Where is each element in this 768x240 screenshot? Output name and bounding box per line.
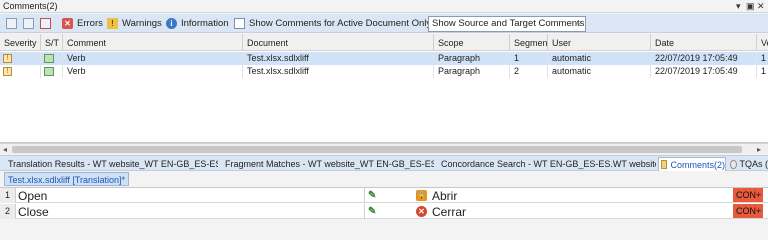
lock-icon: 🔒 <box>416 190 427 201</box>
information-label: Information <box>181 18 229 29</box>
panel-float-icon[interactable]: ▣ <box>746 1 755 11</box>
panel-close-icon[interactable]: ✕ <box>757 1 765 11</box>
column-severity[interactable]: Severity <box>0 34 41 51</box>
column-divider <box>364 188 365 203</box>
warning-icon: ! <box>107 18 118 29</box>
tab-label: Comments(2) <box>670 159 725 170</box>
cell-date: 22/07/2019 17:05:49 <box>651 65 757 78</box>
comments-toolbar: ✕ Errors ! Warnings i Information Show C… <box>0 14 768 33</box>
status-badge: CON+ <box>733 204 763 218</box>
tqa-icon <box>730 159 737 169</box>
edit-comment-icon[interactable] <box>6 18 17 29</box>
delete-comment-icon[interactable] <box>23 18 34 29</box>
tab-concordance-search[interactable]: Concordance Search - WT EN-GB_ES-ES.WT w… <box>436 157 656 171</box>
errors-filter-button[interactable]: ✕ Errors <box>62 16 103 31</box>
grid-header: Severity S/T Comment Document Scope Segm… <box>0 34 768 51</box>
document-tab[interactable]: Test.xlsx.sdlxliff [Translation]* <box>4 172 130 186</box>
cell-segment: 1 <box>510 52 548 65</box>
source-target-icon <box>44 54 54 63</box>
tab-label: Concordance Search - WT EN-GB_ES-ES.WT w… <box>441 159 656 169</box>
source-target-icon <box>44 67 54 76</box>
tab-fragment-matches[interactable]: Fragment Matches - WT website_WT EN-GB_E… <box>220 157 434 171</box>
scroll-right-icon[interactable]: ▸ <box>757 145 761 154</box>
errors-label: Errors <box>77 18 103 29</box>
information-filter-button[interactable]: i Information <box>166 16 229 31</box>
column-segment[interactable]: Segmen <box>510 34 548 51</box>
column-st[interactable]: S/T <box>41 34 63 51</box>
warning-icon: ! <box>3 54 12 63</box>
comments-grid: Severity S/T Comment Document Scope Segm… <box>0 34 768 143</box>
cell-version: 1 <box>761 53 767 63</box>
cell-segment: 2 <box>510 65 548 78</box>
source-text: Open <box>18 189 48 203</box>
active-document-label: Show Comments for Active Document Only <box>249 18 432 29</box>
delete-all-comments-icon[interactable] <box>40 18 51 29</box>
active-document-toggle[interactable]: Show Comments for Active Document Only <box>234 16 431 31</box>
tab-label: Fragment Matches - WT website_WT EN-GB_E… <box>225 159 434 169</box>
column-scope[interactable]: Scope <box>434 34 510 51</box>
cell-comment: Verb <box>63 52 243 65</box>
target-text[interactable]: Abrir <box>432 189 457 203</box>
comment-source-value: Show Source and Target Comments <box>432 18 585 29</box>
horizontal-scrollbar[interactable]: ◂ ▸ <box>0 143 768 154</box>
table-row[interactable]: ! Verb Test.xlsx.sdlxliff Paragraph 1 au… <box>0 52 768 65</box>
panel-titlebar: Comments(2) ▾ ▣ ✕ <box>0 0 768 13</box>
edit-pen-icon: ✎ <box>368 206 377 217</box>
segment-row[interactable]: 1 Open ✎ 🔒 Abrir CON+ <box>0 188 768 203</box>
scrollbar-thumb[interactable] <box>12 146 742 153</box>
status-badge: CON+ <box>733 188 763 202</box>
cell-user: automatic <box>548 65 651 78</box>
panel-menu-icon[interactable]: ▾ <box>736 1 741 11</box>
column-comment[interactable]: Comment <box>63 34 243 51</box>
cell-scope: Paragraph <box>434 52 510 65</box>
error-icon: ✕ <box>416 206 427 217</box>
warnings-filter-button[interactable]: ! Warnings <box>107 16 162 31</box>
scroll-left-icon[interactable]: ◂ <box>3 145 7 154</box>
cell-version: 1 <box>761 66 767 76</box>
cell-date: 22/07/2019 17:05:49 <box>651 52 757 65</box>
segment-number: 1 <box>0 188 16 203</box>
tab-translation-results[interactable]: Translation Results - WT website_WT EN-G… <box>3 157 218 171</box>
document-icon <box>234 18 245 29</box>
edit-pen-icon: ✎ <box>368 190 377 201</box>
segment-editor: 1 Open ✎ 🔒 Abrir CON+ 2 Close ✎ ✕ Cerrar… <box>0 187 768 219</box>
warnings-label: Warnings <box>122 18 162 29</box>
target-text[interactable]: Cerrar <box>432 205 466 219</box>
column-user[interactable]: User <box>548 34 651 51</box>
cell-user: automatic <box>548 52 651 65</box>
tab-tqas[interactable]: TQAs ( <box>728 157 768 171</box>
tab-comments[interactable]: Comments(2) <box>658 157 726 171</box>
segment-number: 2 <box>0 204 16 219</box>
cell-comment: Verb <box>63 65 243 78</box>
column-document[interactable]: Document <box>243 34 434 51</box>
cell-document: Test.xlsx.sdlxliff <box>243 52 434 65</box>
chevron-down-icon: ⌵ <box>575 17 582 27</box>
warning-icon: ! <box>3 67 12 76</box>
column-date[interactable]: Date <box>651 34 757 51</box>
comments-icon <box>661 160 668 169</box>
source-text: Close <box>18 205 49 219</box>
cell-document: Test.xlsx.sdlxliff <box>243 65 434 78</box>
cell-scope: Paragraph <box>434 65 510 78</box>
panel-title: Comments(2) <box>3 1 58 11</box>
table-row[interactable]: ! Verb Test.xlsx.sdlxliff Paragraph 2 au… <box>0 65 768 78</box>
tab-label: TQAs ( <box>739 159 768 169</box>
info-icon: i <box>166 18 177 29</box>
tab-label: Translation Results - WT website_WT EN-G… <box>8 159 218 169</box>
comment-source-select[interactable]: Show Source and Target Comments ⌵ <box>428 16 586 32</box>
column-version[interactable]: Ve <box>757 34 768 51</box>
segment-row[interactable]: 2 Close ✎ ✕ Cerrar CON+ <box>0 204 768 219</box>
error-icon: ✕ <box>62 18 73 29</box>
column-divider <box>364 204 365 219</box>
bottom-tab-strip: Translation Results - WT website_WT EN-G… <box>0 155 768 171</box>
